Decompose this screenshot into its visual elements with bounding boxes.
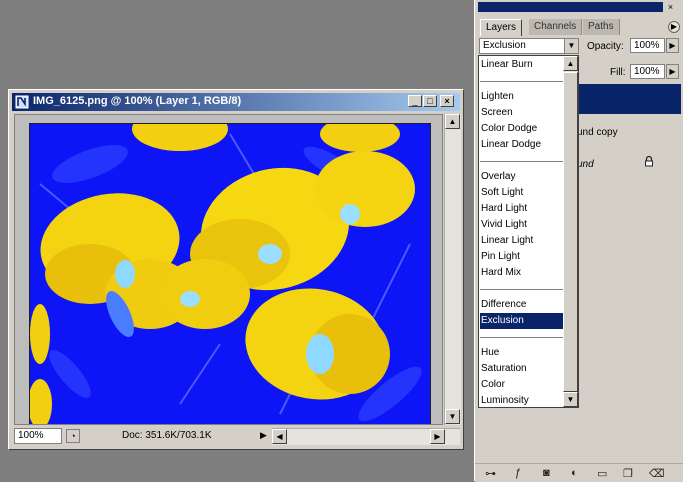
document-titlebar[interactable]: IMG_6125.png @ 100% (Layer 1, RGB/8) _ □… — [12, 93, 460, 111]
menu-divider — [480, 289, 563, 290]
layer-mask-icon[interactable]: ◙ — [543, 467, 550, 479]
palette-menu-icon[interactable]: ▶ — [668, 21, 680, 33]
dropdown-scrollbar[interactable]: ▲ ▼ — [563, 56, 578, 407]
menu-item-overlay[interactable]: Overlay — [480, 169, 563, 185]
fill-field[interactable]: 100% — [630, 64, 665, 79]
dropdown-scroll-thumb[interactable] — [563, 72, 578, 392]
blend-mode-dropdown: Linear Burn Lighten Screen Color Dodge L… — [478, 55, 579, 408]
adjustment-layer-icon[interactable]: ◐ — [571, 467, 578, 479]
new-layer-icon[interactable]: ❐ — [623, 467, 633, 480]
menu-item-screen[interactable]: Screen — [480, 105, 563, 121]
menu-item-linear-burn[interactable]: Linear Burn — [480, 57, 563, 73]
opacity-arrow-icon[interactable]: ▶ — [666, 38, 679, 53]
menu-item-soft-light[interactable]: Soft Light — [480, 185, 563, 201]
menu-item-vivid-light[interactable]: Vivid Light — [480, 217, 563, 233]
status-menu-icon[interactable]: ▶ — [260, 430, 267, 441]
canvas-area[interactable] — [14, 114, 443, 425]
scroll-up-icon[interactable]: ▲ — [445, 114, 460, 129]
document-statusbar: 100% ◔ Doc: 351.6K/703.1K ▶ ◀ ▶ — [14, 428, 460, 445]
palette-titlebar[interactable]: × — [475, 0, 683, 19]
menu-item-difference[interactable]: Difference — [480, 297, 563, 313]
menu-item-linear-dodge[interactable]: Linear Dodge — [480, 137, 563, 153]
tab-layers[interactable]: Layers — [480, 19, 523, 36]
menu-divider — [480, 81, 563, 82]
document-vertical-scrollbar[interactable]: ▲ ▼ — [444, 114, 461, 425]
menu-item-saturation[interactable]: Saturation — [480, 361, 563, 377]
chevron-down-icon[interactable]: ▼ — [564, 39, 578, 53]
app-icon — [15, 95, 29, 109]
layer-row-label[interactable]: und copy — [577, 127, 618, 138]
menu-item-exclusion[interactable]: Exclusion — [480, 313, 563, 329]
opacity-field[interactable]: 100% — [630, 38, 665, 53]
trash-icon[interactable]: ⌫ — [649, 467, 665, 480]
document-window: IMG_6125.png @ 100% (Layer 1, RGB/8) _ □… — [8, 89, 464, 450]
menu-item-hard-light[interactable]: Hard Light — [480, 201, 563, 217]
scroll-right-icon[interactable]: ▶ — [430, 429, 445, 444]
scroll-left-icon[interactable]: ◀ — [272, 429, 287, 444]
close-icon[interactable]: × — [440, 95, 454, 107]
maximize-icon[interactable]: □ — [423, 95, 437, 107]
menu-divider — [480, 337, 563, 338]
zoom-menu-icon[interactable]: ◔ — [66, 429, 80, 443]
scroll-down-icon[interactable]: ▼ — [445, 409, 460, 424]
link-icon[interactable]: ⊶ — [485, 467, 496, 480]
menu-item-hard-mix[interactable]: Hard Mix — [480, 265, 563, 281]
scroll-up-icon[interactable]: ▲ — [563, 56, 578, 71]
zoom-field[interactable]: 100% — [14, 428, 62, 444]
fill-label: Fill: — [610, 67, 626, 78]
palette-close-icon[interactable]: × — [664, 2, 677, 12]
menu-item-luminosity[interactable]: Luminosity — [480, 393, 563, 409]
menu-item-lighten[interactable]: Lighten — [480, 89, 563, 105]
document-title: IMG_6125.png @ 100% (Layer 1, RGB/8) — [33, 95, 242, 107]
menu-item-linear-light[interactable]: Linear Light — [480, 233, 563, 249]
layer-style-icon[interactable]: ƒ — [515, 467, 521, 479]
scroll-down-icon[interactable]: ▼ — [563, 392, 578, 407]
new-group-icon[interactable]: ▭ — [597, 467, 607, 480]
menu-divider — [480, 161, 563, 162]
minimize-icon[interactable]: _ — [408, 95, 422, 107]
document-horizontal-scrollbar[interactable]: ◀ ▶ — [272, 428, 460, 445]
menu-item-color[interactable]: Color — [480, 377, 563, 393]
tab-channels[interactable]: Channels — [529, 19, 583, 35]
flower-image — [30, 124, 430, 424]
layer-row-label[interactable]: und — [577, 159, 594, 170]
fill-arrow-icon[interactable]: ▶ — [666, 64, 679, 79]
blend-mode-select[interactable]: Exclusion ▼ — [479, 38, 579, 54]
tab-paths[interactable]: Paths — [583, 19, 620, 35]
menu-item-hue[interactable]: Hue — [480, 345, 563, 361]
palette-bottom-bar: ⊶ ƒ ◙ ◐ ▭ ❐ ⌫ — [475, 463, 683, 482]
document-image[interactable] — [29, 123, 431, 424]
palette-grip[interactable] — [478, 2, 663, 12]
lock-icon — [645, 156, 653, 167]
blend-mode-value: Exclusion — [483, 40, 526, 51]
menu-item-color-dodge[interactable]: Color Dodge — [480, 121, 563, 137]
opacity-label: Opacity: — [587, 41, 624, 52]
doc-info: Doc: 351.6K/703.1K — [122, 430, 212, 441]
menu-item-pin-light[interactable]: Pin Light — [480, 249, 563, 265]
